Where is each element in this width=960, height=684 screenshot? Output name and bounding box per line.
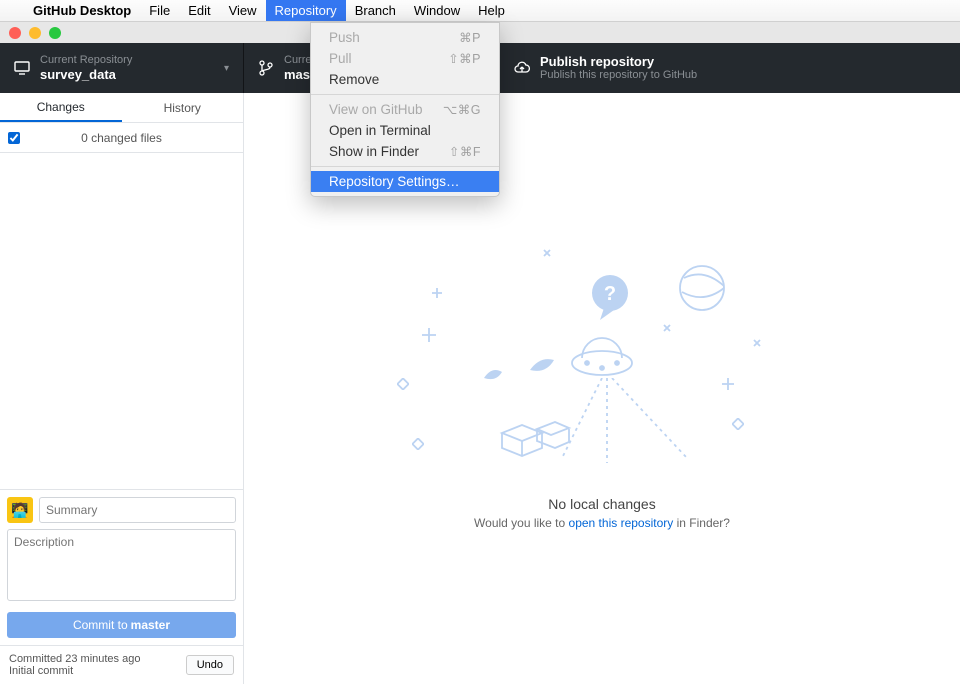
zoom-window-icon[interactable] xyxy=(49,27,61,39)
sparkle-icon xyxy=(662,323,672,333)
empty-sub-after: in Finder? xyxy=(673,516,730,530)
select-all-checkbox[interactable] xyxy=(8,132,20,144)
empty-sub-before: Would you like to xyxy=(474,516,569,530)
open-repository-link[interactable]: open this repository xyxy=(569,516,674,530)
menu-edit[interactable]: Edit xyxy=(179,0,219,21)
last-commit: Committed 23 minutes ago Initial commit … xyxy=(0,645,243,684)
empty-title: No local changes xyxy=(548,496,655,512)
commit-button-branch: master xyxy=(131,618,170,632)
leaf-icon xyxy=(527,356,557,376)
menu-view[interactable]: View xyxy=(220,0,266,21)
current-repository-selector[interactable]: Current Repository survey_data ▾ xyxy=(0,43,244,93)
desktop-icon xyxy=(14,60,30,76)
menu-window[interactable]: Window xyxy=(405,0,469,21)
menu-item-show-in-finder[interactable]: Show in Finder⇧⌘F xyxy=(311,141,499,162)
empty-illustration: ? xyxy=(422,248,782,478)
changes-list xyxy=(0,153,243,489)
avatar: 🧑‍💻 xyxy=(7,497,33,523)
mac-menubar: GitHub Desktop File Edit View Repository… xyxy=(0,0,960,22)
tab-history[interactable]: History xyxy=(122,93,244,122)
commit-button-prefix: Commit to xyxy=(73,618,128,632)
menu-help[interactable]: Help xyxy=(469,0,514,21)
sparkle-icon xyxy=(722,378,734,390)
branch-icon xyxy=(258,60,274,76)
svg-text:?: ? xyxy=(604,283,616,305)
menu-item-view-on-github[interactable]: View on GitHub⌥⌘G xyxy=(311,99,499,120)
menu-branch[interactable]: Branch xyxy=(346,0,405,21)
commit-form: 🧑‍💻 Commit to master xyxy=(0,489,243,645)
changes-header: 0 changed files xyxy=(0,123,243,153)
repository-menu-dropdown: Push⌘P Pull⇧⌘P Remove View on GitHub⌥⌘G … xyxy=(310,22,500,197)
menu-file[interactable]: File xyxy=(140,0,179,21)
menu-repository[interactable]: Repository xyxy=(266,0,346,21)
sparkle-icon xyxy=(752,338,762,348)
last-commit-message: Initial commit xyxy=(9,665,186,677)
diamond-icon xyxy=(412,438,424,450)
publish-title: Publish repository xyxy=(540,54,946,69)
menubar-app-name[interactable]: GitHub Desktop xyxy=(24,3,140,18)
tab-changes[interactable]: Changes xyxy=(0,93,122,122)
menu-item-pull[interactable]: Pull⇧⌘P xyxy=(311,48,499,69)
menu-item-push[interactable]: Push⌘P xyxy=(311,27,499,48)
menu-separator xyxy=(311,166,499,167)
sparkle-icon xyxy=(542,248,552,258)
last-commit-time: Committed 23 minutes ago xyxy=(9,653,186,665)
menu-separator xyxy=(311,94,499,95)
sidebar-tabs: Changes History xyxy=(0,93,243,123)
menu-item-repository-settings[interactable]: Repository Settings… xyxy=(311,171,499,192)
cloud-upload-icon xyxy=(514,60,530,76)
sparkle-icon xyxy=(432,288,442,298)
chevron-down-icon: ▾ xyxy=(224,63,229,74)
publish-repository-button[interactable]: Publish repository Publish this reposito… xyxy=(500,43,960,93)
sparkle-icon xyxy=(422,328,436,342)
diamond-icon xyxy=(732,418,744,430)
beam-lines xyxy=(552,378,702,468)
ufo-icon xyxy=(567,308,637,388)
menu-item-remove[interactable]: Remove xyxy=(311,69,499,90)
commit-button[interactable]: Commit to master xyxy=(7,612,236,638)
menu-item-open-in-terminal[interactable]: Open in Terminal xyxy=(311,120,499,141)
empty-subtitle: Would you like to open this repository i… xyxy=(474,516,730,530)
summary-input[interactable] xyxy=(39,497,236,523)
minimize-window-icon[interactable] xyxy=(29,27,41,39)
publish-sub: Publish this repository to GitHub xyxy=(540,69,946,81)
changed-files-count: 0 changed files xyxy=(28,131,235,145)
repo-label: Current Repository xyxy=(40,54,218,66)
description-input[interactable] xyxy=(7,529,236,601)
undo-button[interactable]: Undo xyxy=(186,655,234,675)
diamond-icon xyxy=(397,378,409,390)
planet-icon xyxy=(672,258,732,318)
repo-value: survey_data xyxy=(40,67,218,82)
close-window-icon[interactable] xyxy=(9,27,21,39)
sidebar: Changes History 0 changed files 🧑‍💻 Comm… xyxy=(0,93,244,684)
leaf-icon xyxy=(482,368,504,382)
